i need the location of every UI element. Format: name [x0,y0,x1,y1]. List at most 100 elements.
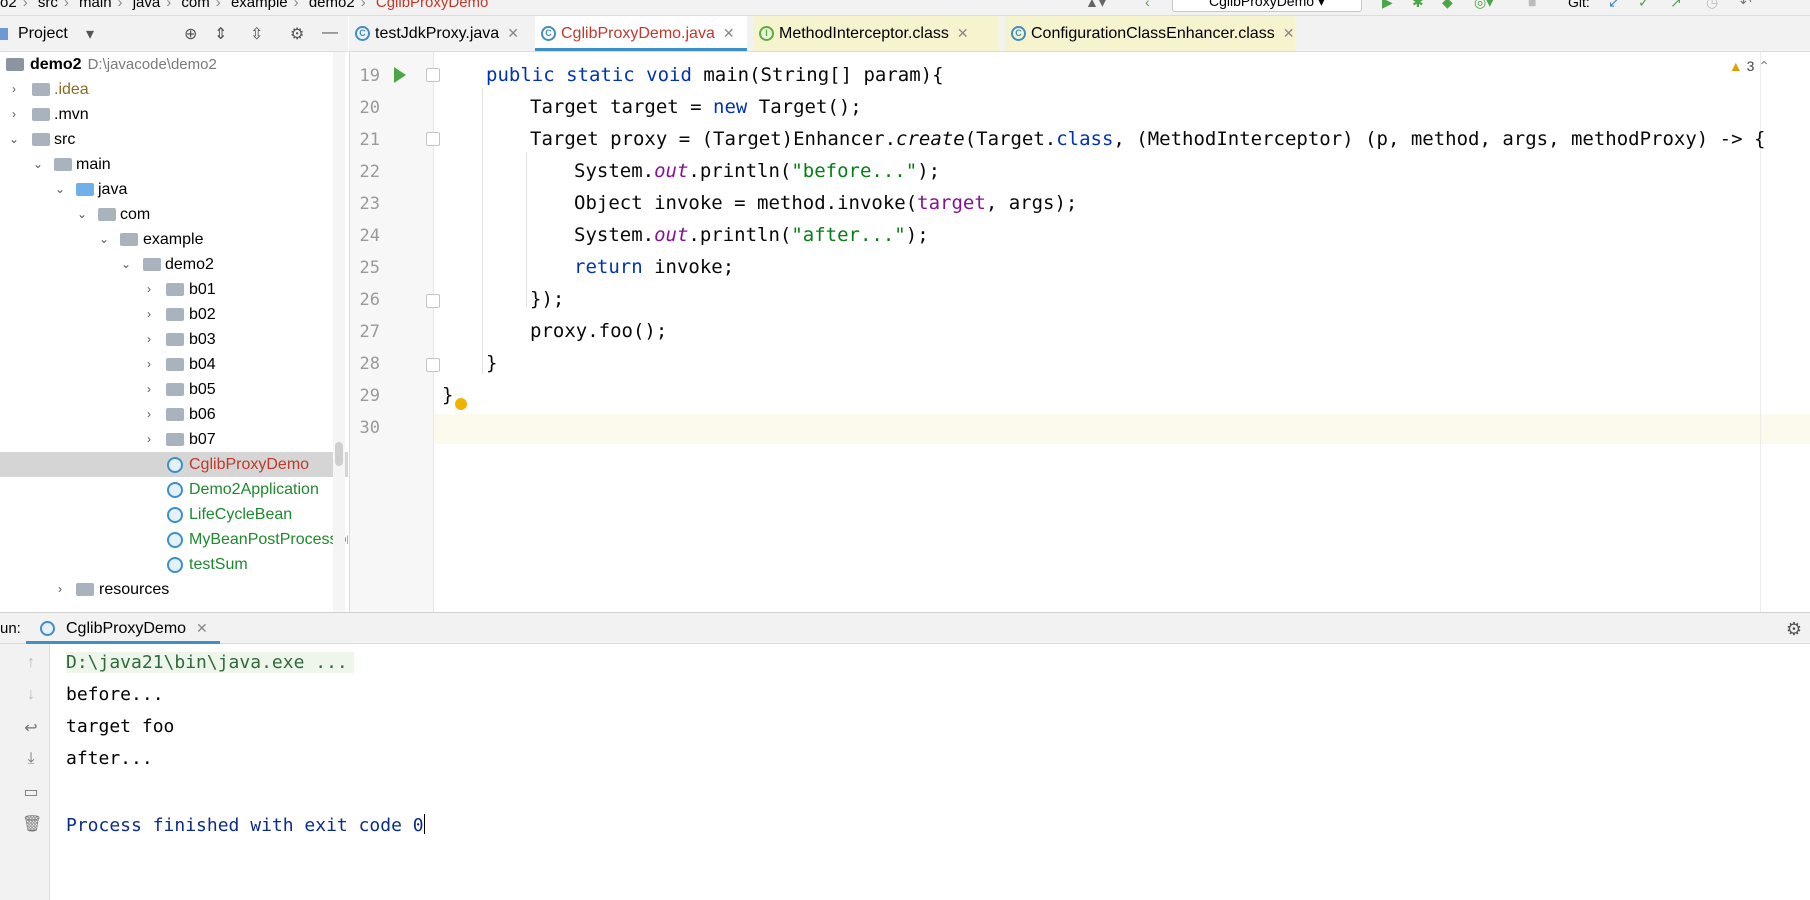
tree-node-b01[interactable]: › b01 [0,277,348,302]
tree-node-root[interactable]: demo2 D:\javacode\demo2 [0,52,348,77]
run-icon[interactable]: ▶ [1382,0,1393,11]
tree-node-b03[interactable]: › b03 [0,327,348,352]
chevron-right-icon[interactable]: › [143,352,155,377]
breadcrumb-current[interactable]: CglibProxyDemo [376,0,489,11]
tree-scrollbar[interactable] [333,52,345,612]
fold-icon[interactable] [426,294,440,308]
chevron-down-icon[interactable]: ⌄ [120,252,132,277]
locate-icon[interactable]: ⊕ [184,24,197,44]
git-update-icon[interactable]: ↙ [1608,0,1620,11]
run-tab[interactable]: CglibProxyDemo ✕ [26,613,220,644]
breadcrumb-item[interactable]: src [38,0,58,11]
tree-node-cglibproxydemo[interactable]: CglibProxyDemo [0,452,348,477]
scrollbar-thumb[interactable] [335,442,343,466]
chevron-right-icon[interactable]: › [143,302,155,327]
tree-node-b06[interactable]: › b06 [0,402,348,427]
console-output[interactable]: D:\java21\bin\java.exe ... before... tar… [50,644,1810,900]
tree-node-java[interactable]: ⌄ java [0,177,348,202]
chevron-right-icon[interactable]: › [143,377,155,402]
chevron-down-icon[interactable]: ▾ [86,24,94,44]
tree-node-b07[interactable]: › b07 [0,427,348,452]
tab-testjdkproxy[interactable]: C testJdkProxy.java ✕ [349,16,529,51]
fold-icon[interactable] [426,132,440,146]
gear-icon[interactable]: ⚙ [1786,619,1802,640]
history-icon[interactable]: ◷ [1706,0,1718,11]
tree-node-example[interactable]: ⌄ example [0,227,348,252]
user-icon[interactable]: ▲▾ [1085,0,1106,11]
tree-node-b05[interactable]: › b05 [0,377,348,402]
back-icon[interactable]: ‹ [1145,0,1150,10]
chevron-right-icon[interactable]: › [8,77,20,102]
coverage-icon[interactable]: ◆ [1442,0,1453,11]
git-push-icon[interactable]: ↗ [1670,0,1682,11]
code-editor[interactable]: 19 20 21 22 23 24 25 26 27 28 29 30 ▲ 3 … [349,52,1810,612]
tree-node-src[interactable]: ⌄ src [0,127,348,152]
debug-icon[interactable]: ✱ [1412,0,1424,11]
print-icon[interactable]: ▭ [22,782,40,802]
chevron-down-icon[interactable]: ⌄ [8,127,20,152]
project-panel-title[interactable]: Project [18,25,68,43]
inspection-widget[interactable]: ▲ 3 ⌃ [1729,58,1770,75]
stop-icon[interactable]: ■ [1528,0,1536,10]
chevron-up-icon[interactable]: ⌃ [1758,58,1770,74]
code-text: Target proxy = (Target)Enhancer. [530,128,897,150]
tree-node-mybeanpostprocessor[interactable]: MyBeanPostProcessor [0,527,348,552]
profile-icon[interactable]: ◎▾ [1474,0,1493,11]
chevron-right-icon[interactable]: › [143,402,155,427]
tree-node-demo2application[interactable]: Demo2Application [0,477,348,502]
tree-node-lifecyclebean[interactable]: LifeCycleBean [0,502,348,527]
minimize-icon[interactable]: — [322,24,338,42]
tab-cglibproxydemo[interactable]: C CglibProxyDemo.java ✕ [535,16,747,51]
tree-node-resources[interactable]: › resources [0,577,348,602]
tab-methodinterceptor[interactable]: I MethodInterceptor.class ✕ [753,16,999,51]
tab-configurationclassenhancer[interactable]: C ConfigurationClassEnhancer.class ✕ [1005,16,1295,51]
tree-node-idea[interactable]: › .idea [0,77,348,102]
gear-icon[interactable]: ⚙ [290,24,304,44]
close-icon[interactable]: ✕ [957,25,969,41]
close-icon[interactable]: ✕ [196,620,208,636]
chevron-right-icon[interactable]: › [143,277,155,302]
chevron-right-icon[interactable]: › [143,427,155,452]
code-line-26: }); [530,288,565,310]
chevron-right-icon[interactable]: › [143,327,155,352]
chevron-down-icon[interactable]: ⌄ [32,152,44,177]
tree-path: D:\javacode\demo2 [87,56,217,73]
trash-icon[interactable]: 🗑 [22,814,42,834]
tree-node-mvn[interactable]: › .mvn [0,102,348,127]
chevron-down-icon[interactable]: ⌄ [98,227,110,252]
scroll-to-end-icon[interactable]: ⤓ [22,750,40,768]
expand-all-icon[interactable]: ⇕ [214,24,227,44]
soft-wrap-icon[interactable]: ↩ [22,718,40,738]
tree-node-com[interactable]: ⌄ com [0,202,348,227]
tree-node-main[interactable]: ⌄ main [0,152,348,177]
fold-icon[interactable] [426,68,440,82]
tree-node-b04[interactable]: › b04 [0,352,348,377]
git-commit-icon[interactable]: ✓ [1638,0,1650,11]
chevron-down-icon[interactable]: ⌄ [54,177,66,202]
breadcrumb-item[interactable]: main [79,0,112,11]
tree-node-testsum[interactable]: testSum [0,552,348,577]
run-gutter-icon[interactable] [394,67,406,83]
breadcrumb-item[interactable]: demo2 [309,0,355,11]
breadcrumb-item[interactable]: o2 [0,0,17,11]
run-configuration-select[interactable]: CglibProxyDemo ▾ [1172,0,1362,12]
close-icon[interactable]: ✕ [1283,25,1295,41]
arrow-down-icon[interactable]: ↓ [22,686,40,704]
chevron-right-icon[interactable]: › [8,102,20,127]
breadcrumb-item[interactable]: java [133,0,161,11]
lightbulb-icon[interactable] [455,398,467,410]
collapse-all-icon[interactable]: ⇳ [250,24,263,44]
chevron-down-icon[interactable]: ⌄ [76,202,88,227]
tree-node-b02[interactable]: › b02 [0,302,348,327]
tree-label: b05 [189,381,216,398]
close-icon[interactable]: ✕ [723,25,735,41]
close-icon[interactable]: ✕ [507,25,519,41]
tree-node-demo2[interactable]: ⌄ demo2 [0,252,348,277]
arrow-up-icon[interactable]: ↑ [22,654,40,672]
rollback-icon[interactable]: ↶ [1740,0,1752,11]
chevron-right-icon[interactable]: › [54,577,66,602]
console-line[interactable]: D:\java21\bin\java.exe ... [66,652,354,673]
breadcrumb-item[interactable]: com [181,0,209,11]
fold-icon[interactable] [426,358,440,372]
breadcrumb-item[interactable]: example [231,0,288,11]
